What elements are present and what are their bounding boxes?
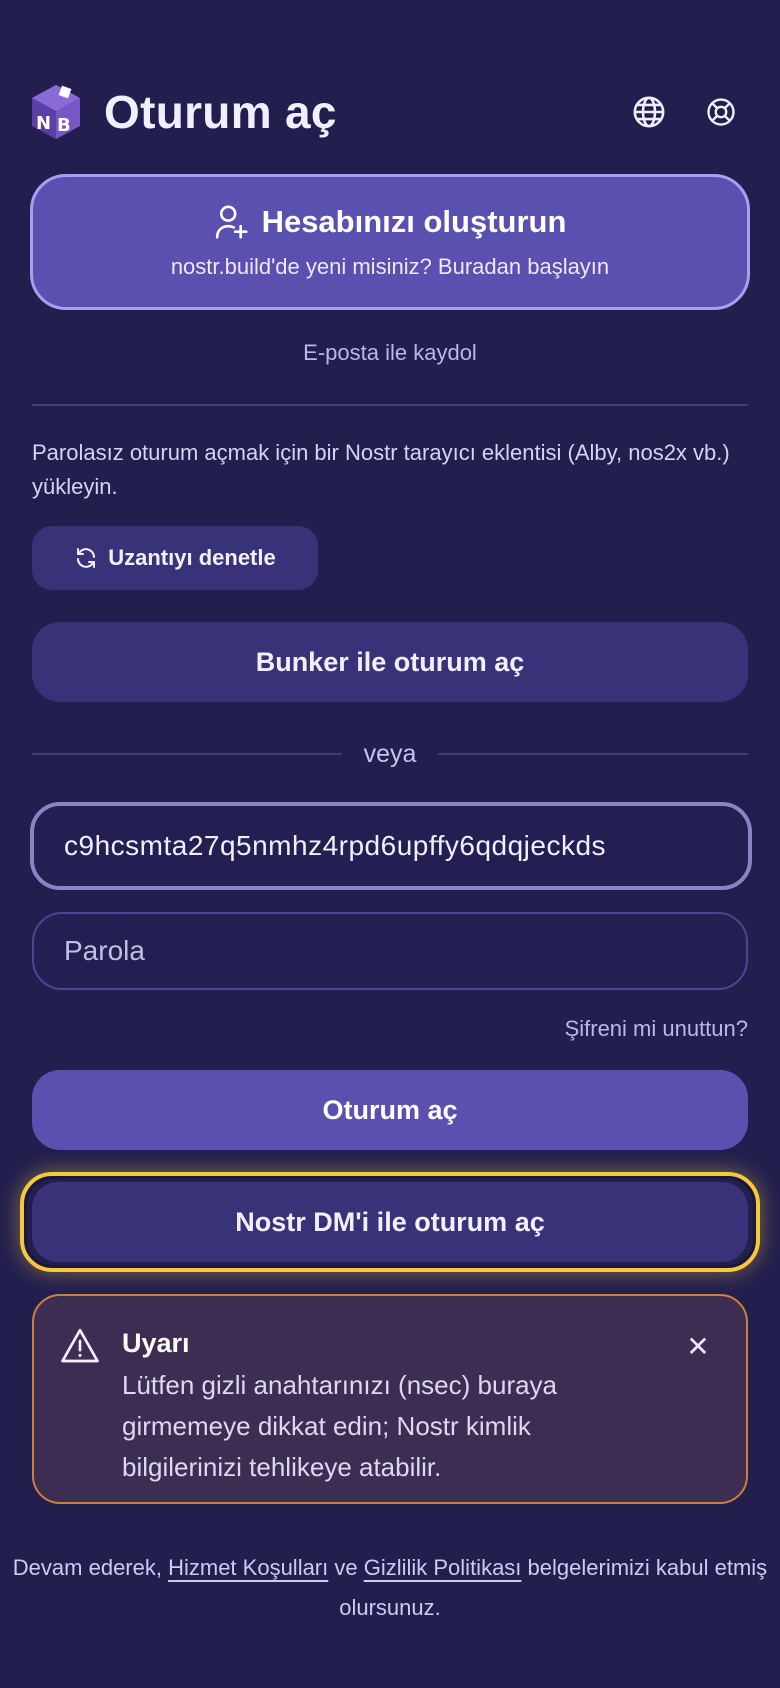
divider: [32, 404, 748, 406]
terms-link[interactable]: Hizmet Koşulları: [168, 1555, 328, 1580]
warning-triangle-icon: [61, 1328, 99, 1363]
help-button[interactable]: [702, 93, 740, 131]
language-button[interactable]: [630, 93, 668, 131]
key-input[interactable]: [30, 802, 752, 890]
create-account-title: Hesabınızı oluşturun: [261, 204, 567, 239]
check-extension-button[interactable]: Uzantıyı denetle: [32, 526, 318, 590]
email-signup-link[interactable]: E-posta ile kaydol: [0, 340, 780, 366]
svg-text:B: B: [57, 115, 71, 136]
nostr-dm-login-button[interactable]: Nostr DM'i ile oturum aç: [32, 1182, 748, 1262]
close-icon[interactable]: ✕: [680, 1328, 716, 1364]
refresh-icon: [77, 548, 96, 568]
footer-prefix: Devam ederek,: [12, 1555, 169, 1580]
warning-title: Uyarı: [122, 1328, 190, 1358]
login-button[interactable]: Oturum aç: [32, 1070, 748, 1150]
warning-body: Uyarı Lütfen gizli anahtarınızı (nsec) b…: [122, 1326, 680, 1502]
password-input[interactable]: [32, 912, 748, 990]
warning-alert: Uyarı Lütfen gizli anahtarınızı (nsec) b…: [32, 1294, 748, 1504]
or-label: veya: [363, 739, 417, 768]
globe-icon: [633, 96, 665, 128]
user-plus-icon: [215, 205, 248, 239]
footer-conjunction: ve: [328, 1555, 364, 1580]
nostr-build-logo: N B: [32, 85, 80, 139]
header-actions: [630, 93, 750, 131]
page-title: Oturum aç: [104, 86, 337, 138]
forgot-password-link[interactable]: Şifreni mi unuttun?: [565, 1016, 748, 1042]
warning-text: Lütfen gizli anahtarınızı (nsec) buraya …: [122, 1370, 558, 1482]
privacy-link[interactable]: Gizlilik Politikası: [364, 1555, 522, 1580]
create-account-button[interactable]: Hesabınızı oluşturun nostr.build'de yeni…: [30, 174, 750, 310]
header: N B Oturum aç: [30, 80, 750, 144]
or-line-right: [438, 753, 748, 755]
create-account-row: Hesabınızı oluşturun: [214, 204, 567, 240]
create-account-subtitle: nostr.build'de yeni misiniz? Buradan baş…: [170, 254, 610, 279]
check-extension-label: Uzantıyı denetle: [108, 545, 276, 570]
login-page: N B Oturum aç Hesabınızı oluşturun nostr…: [0, 0, 780, 1688]
terms-footer: Devam ederek, Hizmet Koşulları ve Gizlil…: [0, 1548, 780, 1628]
or-separator: veya: [32, 738, 748, 770]
bunker-login-button[interactable]: Bunker ile oturum aç: [32, 622, 748, 702]
svg-text:N: N: [36, 113, 51, 134]
extension-info-text: Parolasız oturum açmak için bir Nostr ta…: [32, 440, 730, 499]
or-line-left: [32, 753, 342, 755]
lifebuoy-icon: [707, 98, 735, 126]
